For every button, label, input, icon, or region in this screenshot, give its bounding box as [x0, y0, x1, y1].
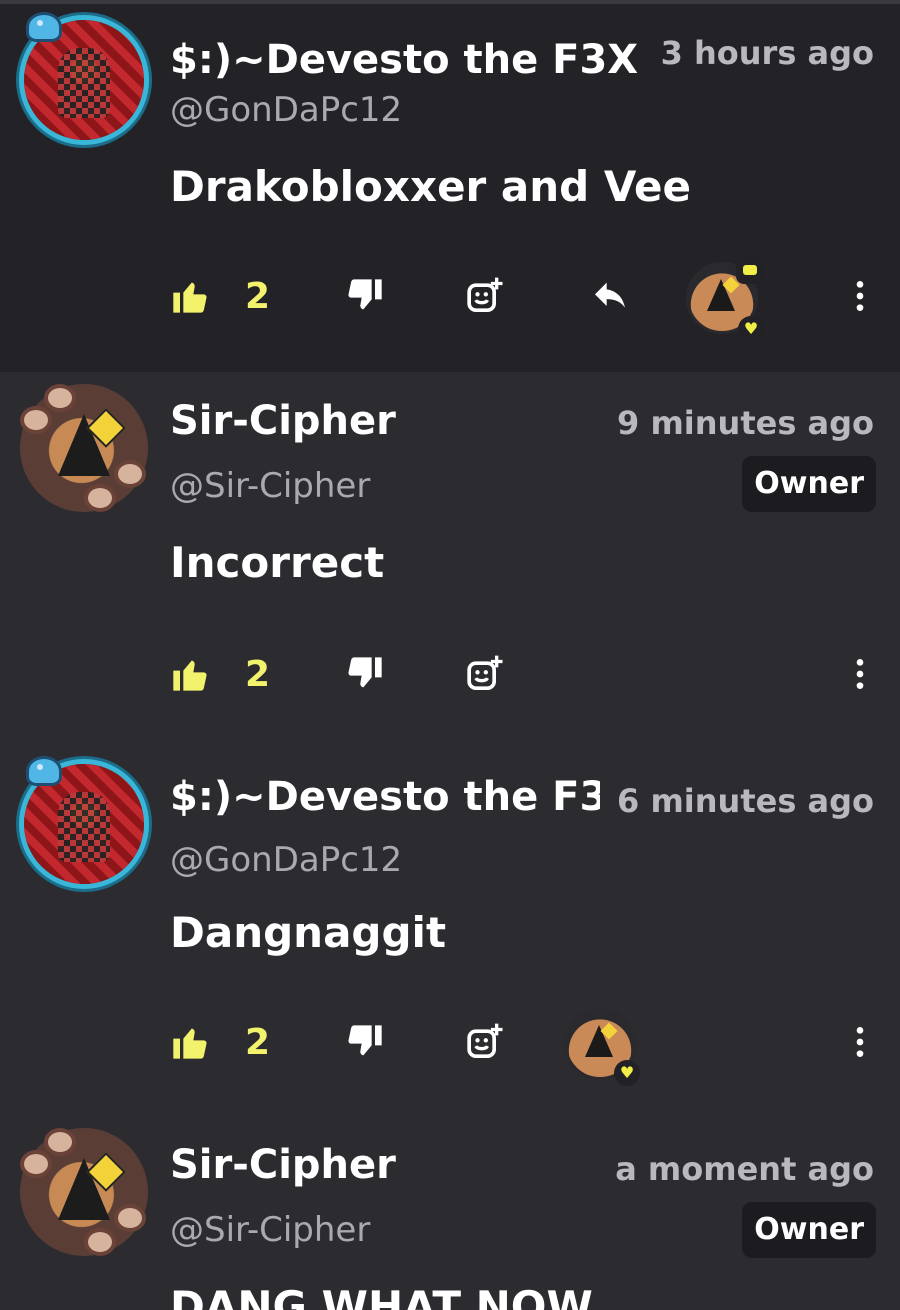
eye-ring: [20, 1150, 52, 1178]
like-count: 2: [245, 653, 271, 695]
comment-text: Dangnaggit: [170, 908, 447, 957]
add-reaction-icon: [467, 277, 503, 312]
dislike-button[interactable]: [345, 266, 385, 326]
more-vertical-icon: [856, 659, 864, 689]
comment-text: Drakobloxxer and Vee: [170, 162, 692, 211]
avatar[interactable]: [24, 12, 144, 140]
comment-time: 6 minutes ago: [603, 782, 874, 820]
mushroom-icon: [26, 12, 62, 42]
more-vertical-icon: [856, 1027, 864, 1057]
comment-item: Sir-Cipher 9 minutes ago @Sir-Cipher Own…: [0, 372, 900, 744]
avatar-figure: [58, 48, 110, 118]
add-reaction-button[interactable]: [465, 1012, 505, 1072]
dislike-button[interactable]: [345, 644, 385, 704]
dislike-button[interactable]: [345, 1012, 385, 1072]
comment-item: $:)~Devesto the F3X 6 minutes ago @GonDa…: [0, 744, 900, 1114]
add-reaction-icon: [467, 1023, 503, 1058]
like-button[interactable]: [170, 644, 210, 704]
reply-icon: [595, 282, 625, 308]
comment-text: Incorrect: [170, 538, 385, 587]
eye-ring: [84, 1228, 116, 1256]
comment-actions: 2 ♥: [170, 1008, 880, 1086]
avatar[interactable]: [24, 756, 144, 884]
author-handle[interactable]: @GonDaPc12: [170, 90, 402, 130]
thumbs-down-icon: [348, 279, 382, 310]
author-name[interactable]: $:)~Devesto the F3X: [170, 774, 600, 820]
comment-actions: 2: [170, 644, 880, 704]
owner-badge: Owner: [742, 456, 876, 512]
comment-time: a moment ago: [615, 1150, 874, 1188]
author-name[interactable]: Sir-Cipher: [170, 398, 396, 444]
author-handle[interactable]: @Sir-Cipher: [170, 466, 370, 506]
more-vertical-icon: [856, 281, 864, 311]
add-reaction-button[interactable]: [465, 644, 505, 704]
add-reaction-icon: [467, 655, 503, 690]
avatar-figure: [58, 792, 110, 862]
eye-ring: [44, 384, 76, 412]
thumbs-up-icon: [173, 282, 207, 313]
like-count: 2: [245, 1021, 271, 1063]
comment-item: $:)~Devesto the F3X ꧁ 3 hours ago @GonDa…: [0, 4, 900, 372]
comment-item: Sir-Cipher a moment ago @Sir-Cipher Owne…: [0, 1114, 900, 1310]
author-handle[interactable]: @Sir-Cipher: [170, 1210, 370, 1250]
like-count: 2: [245, 275, 271, 317]
thumbs-up-icon: [173, 660, 207, 691]
heart-icon: ♥: [738, 316, 764, 342]
thumbs-up-icon: [173, 1028, 207, 1059]
eye-ring: [114, 460, 146, 488]
owner-badge: Owner: [742, 1202, 876, 1258]
avatar[interactable]: [20, 384, 148, 512]
comment-text: DANG WHAT NOW: [170, 1282, 593, 1310]
avatar[interactable]: [20, 1128, 148, 1256]
thumbs-down-icon: [348, 1025, 382, 1056]
comment-time: 9 minutes ago: [617, 404, 874, 442]
more-button[interactable]: [840, 266, 880, 326]
comment-time: 3 hours ago: [646, 34, 874, 72]
author-handle[interactable]: @GonDaPc12: [170, 840, 402, 880]
heart-icon: ♥: [614, 1060, 640, 1086]
eye-ring: [44, 1128, 76, 1156]
eye-ring: [84, 484, 116, 512]
eye-ring: [114, 1204, 146, 1232]
more-button[interactable]: [840, 1012, 880, 1072]
comment-actions: 2 ♥: [170, 256, 880, 342]
mushroom-icon: [26, 756, 62, 786]
more-button[interactable]: [840, 644, 880, 704]
comment-bubble-icon: [736, 256, 764, 284]
eye-ring: [20, 406, 52, 434]
thumbs-down-icon: [348, 657, 382, 688]
author-name[interactable]: Sir-Cipher: [170, 1142, 396, 1188]
add-reaction-button[interactable]: [465, 266, 505, 326]
reply-button[interactable]: [590, 266, 630, 326]
like-button[interactable]: [170, 266, 210, 326]
like-button[interactable]: [170, 1012, 210, 1072]
